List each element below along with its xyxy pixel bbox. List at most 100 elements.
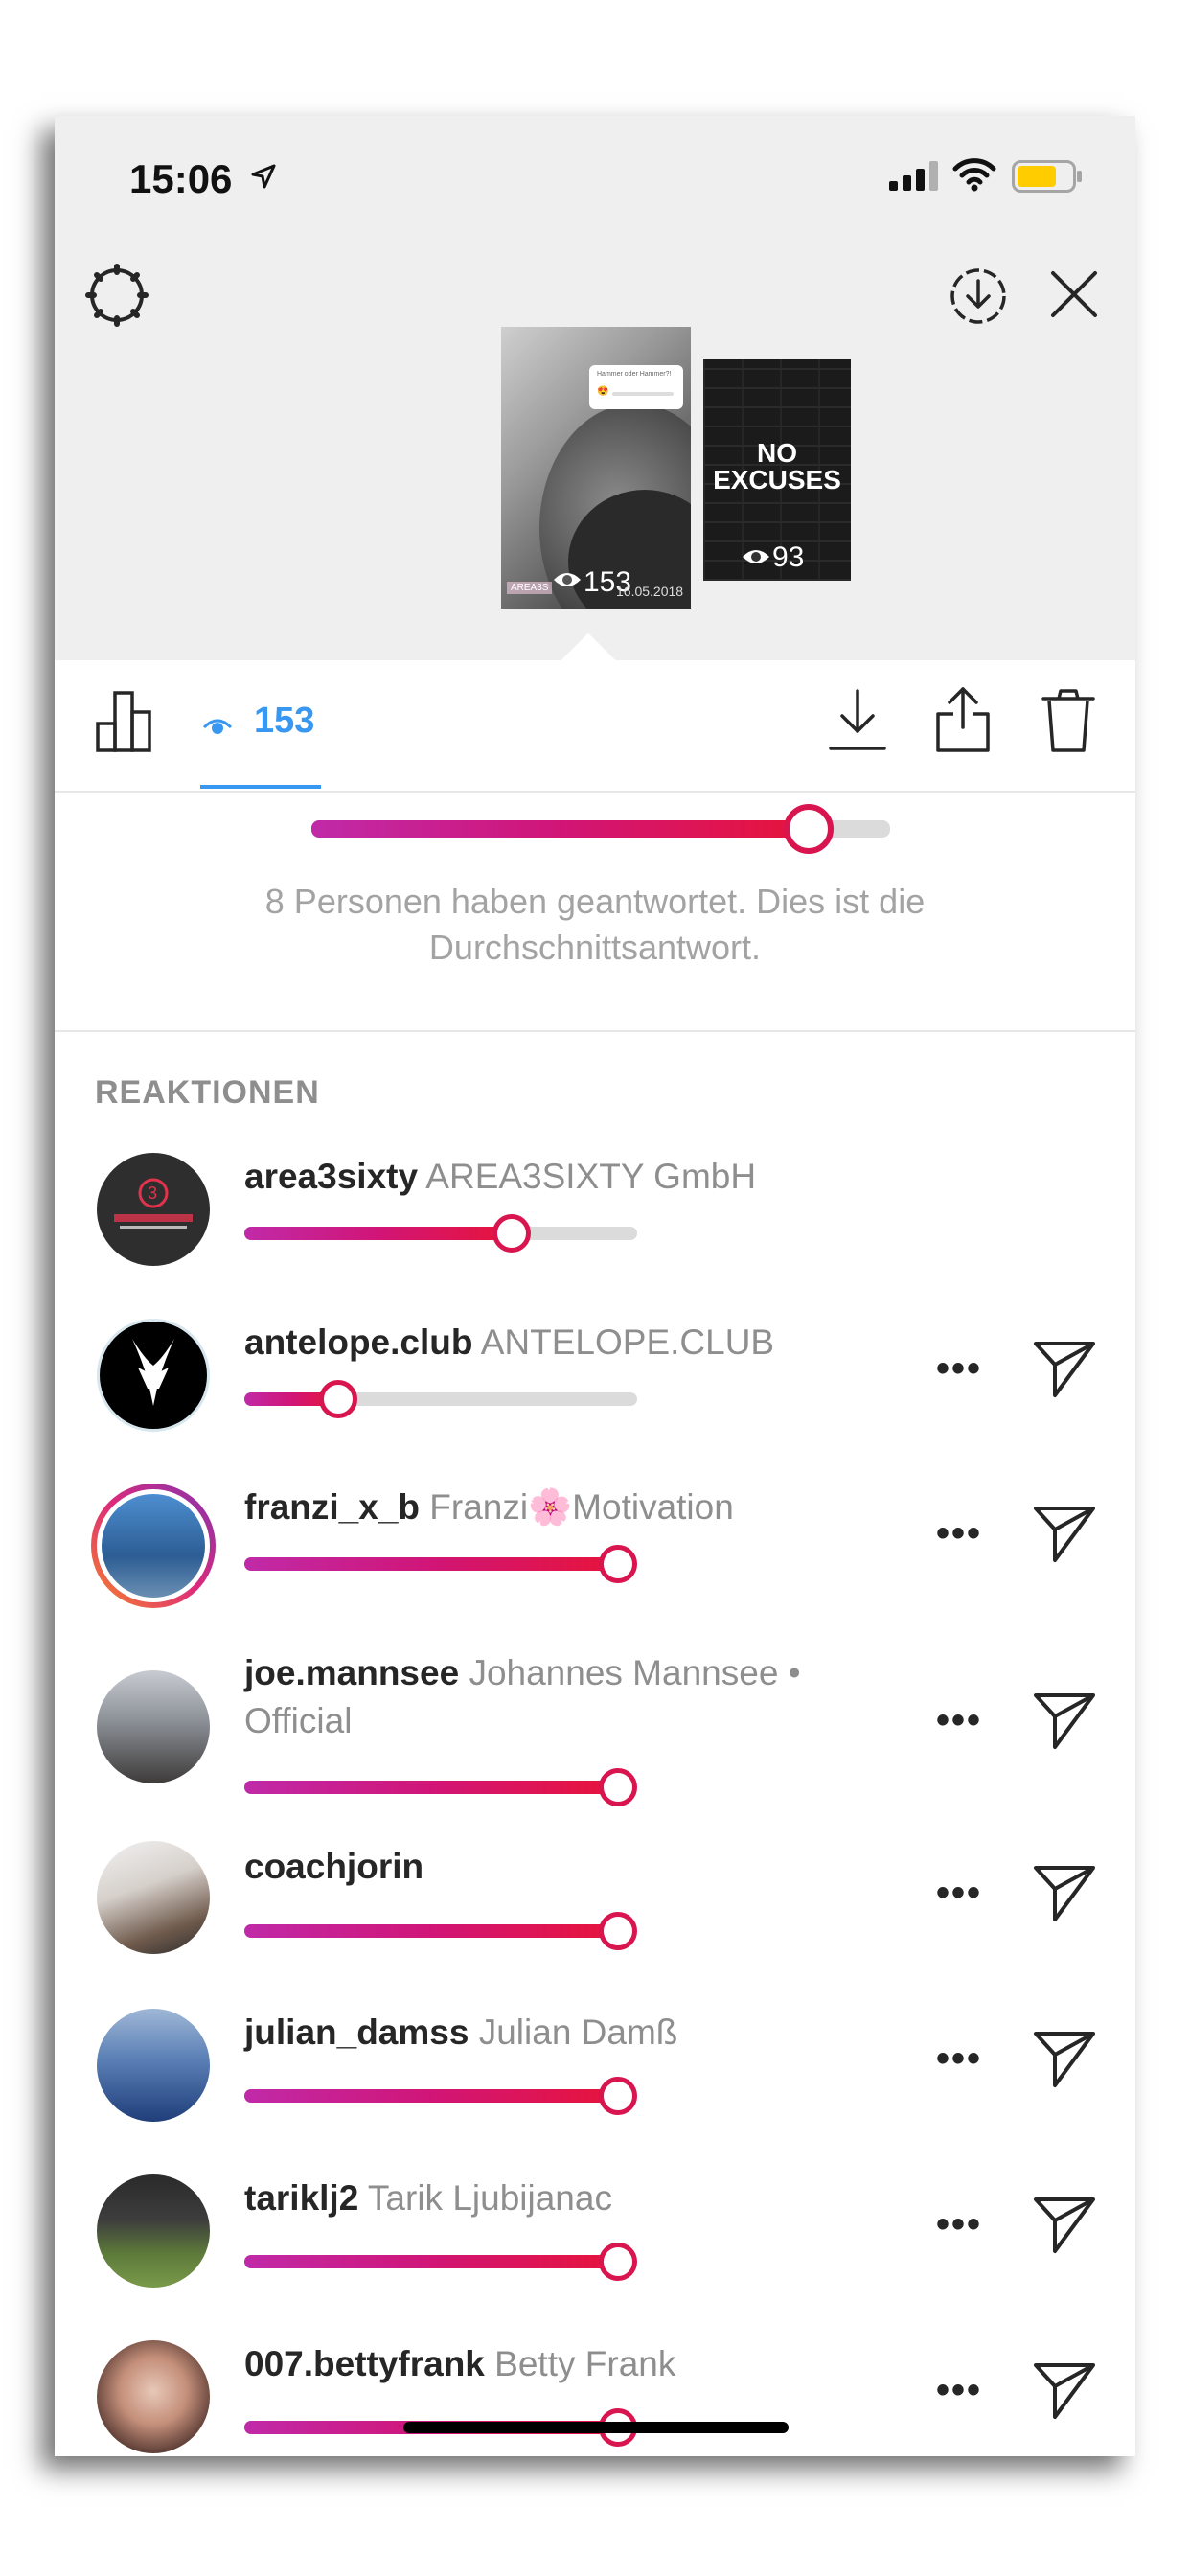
area3sixty-logo-icon: 3 xyxy=(114,1178,193,1229)
reaction-row-coachjorin[interactable]: coachjorin ••• xyxy=(55,1841,1135,1977)
share-icon[interactable] xyxy=(934,683,992,754)
avatar-photo xyxy=(102,1494,205,1598)
username[interactable]: coachjorin xyxy=(244,1847,423,1886)
user-name-line: 007.bettyfrank Betty Frank xyxy=(244,2340,896,2388)
sticker-question: Hammer oder Hammer?! xyxy=(597,371,672,378)
full-name: AREA3SIXTY GmbH xyxy=(425,1157,757,1196)
trash-icon[interactable] xyxy=(1040,687,1097,754)
username[interactable]: 007.bettyfrank xyxy=(244,2344,485,2383)
slider-fill xyxy=(311,820,810,838)
more-options-button[interactable]: ••• xyxy=(936,1872,982,1915)
more-options-button[interactable]: ••• xyxy=(936,2037,982,2081)
slider-fill xyxy=(244,2089,618,2103)
reaction-row-tariklj2[interactable]: tariklj2 Tarik Ljubijanac ••• xyxy=(55,2174,1135,2309)
reaction-slider xyxy=(244,1768,637,1806)
eye-icon xyxy=(202,719,233,734)
svg-text:3: 3 xyxy=(148,1184,157,1203)
eye-icon xyxy=(554,573,581,586)
story-viewers-screen: 15:06 Hammer oder Hammer?! 😍 153 AREA3S … xyxy=(55,116,1135,2456)
sticker-emoji: 😍 xyxy=(597,386,609,397)
cellular-signal-icon xyxy=(889,161,938,191)
username[interactable]: area3sixty xyxy=(244,1157,418,1196)
battery-icon xyxy=(1012,160,1082,193)
story-view-count: 93 xyxy=(772,541,805,573)
full-name: Tarik Ljubijanac xyxy=(367,2178,612,2218)
slider-knob xyxy=(319,1380,358,1418)
send-icon[interactable] xyxy=(1032,1503,1097,1564)
divider xyxy=(55,1030,1135,1032)
avatar[interactable] xyxy=(97,1670,210,1783)
user-name-line: coachjorin xyxy=(244,1843,896,1891)
avatar[interactable] xyxy=(97,1319,210,1432)
story-toolbar: 153 xyxy=(55,660,1135,793)
slider-fill xyxy=(244,1924,618,1938)
avatar[interactable]: 3 xyxy=(97,1153,210,1266)
antelope-logo-icon xyxy=(132,1339,174,1406)
send-icon[interactable] xyxy=(1032,1338,1097,1399)
circle-download-icon[interactable] xyxy=(948,265,1009,327)
reaction-row-julian-damss[interactable]: julian_damss Julian Damß ••• xyxy=(55,2009,1135,2143)
username[interactable]: franzi_x_b xyxy=(244,1487,420,1527)
reactions-heading: REAKTIONEN xyxy=(95,1074,320,1111)
slider-knob xyxy=(598,1545,637,1583)
slider-fill xyxy=(244,1227,512,1240)
viewer-count-tab[interactable]: 153 xyxy=(254,701,314,742)
full-name: Franzi🌸Motivation xyxy=(429,1487,734,1527)
avatar-story-ring[interactable] xyxy=(91,1484,216,1608)
home-indicator[interactable] xyxy=(403,2422,789,2433)
username[interactable]: julian_damss xyxy=(244,2012,469,2052)
username[interactable]: tariklj2 xyxy=(244,2178,358,2218)
story-thumbnail-selected[interactable]: Hammer oder Hammer?! 😍 153 AREA3S 16.05.… xyxy=(501,327,691,609)
bar-chart-icon[interactable] xyxy=(95,689,158,752)
reaction-row-antelope-club[interactable]: antelope.club ANTELOPE.CLUB ••• xyxy=(55,1319,1135,1453)
avatar[interactable] xyxy=(97,2340,210,2453)
avatar[interactable] xyxy=(97,1841,210,1954)
user-name-line: tariklj2 Tarik Ljubijanac xyxy=(244,2174,896,2222)
download-icon[interactable] xyxy=(829,687,886,754)
avatar[interactable] xyxy=(97,2174,210,2288)
reaction-row-007-bettyfrank[interactable]: 007.bettyfrank Betty Frank ••• xyxy=(55,2340,1135,2456)
full-name: Betty Frank xyxy=(494,2344,676,2383)
slider-knob xyxy=(784,804,835,854)
user-name-line: julian_damss Julian Damß xyxy=(244,2009,896,2057)
story-thumbnail[interactable]: NO EXCUSES 93 xyxy=(703,359,851,581)
location-arrow-icon xyxy=(251,164,276,189)
active-tab-indicator xyxy=(200,785,321,789)
close-icon[interactable] xyxy=(1049,269,1099,319)
send-icon[interactable] xyxy=(1032,2028,1097,2089)
slider-knob xyxy=(598,2242,637,2281)
user-name-line: franzi_x_b Franzi🌸Motivation xyxy=(244,1484,896,1531)
username[interactable]: antelope.club xyxy=(244,1322,472,1362)
wifi-icon xyxy=(952,158,996,192)
reaction-slider xyxy=(244,2077,637,2115)
reaction-slider xyxy=(244,1380,637,1418)
avatar[interactable] xyxy=(97,2009,210,2122)
send-icon[interactable] xyxy=(1032,2194,1097,2255)
story-preview-area: 15:06 Hammer oder Hammer?! 😍 153 AREA3S … xyxy=(55,116,1135,688)
send-icon[interactable] xyxy=(1032,2359,1097,2421)
more-options-button[interactable]: ••• xyxy=(936,1512,982,1555)
username[interactable]: joe.mannsee xyxy=(244,1653,459,1692)
slider-knob xyxy=(492,1214,531,1253)
status-time: 15:06 xyxy=(129,156,233,201)
reaction-slider xyxy=(244,1912,637,1950)
more-options-button[interactable]: ••• xyxy=(936,1347,982,1391)
reaction-row-franzi-x-b[interactable]: franzi_x_b Franzi🌸Motivation ••• xyxy=(55,1484,1135,1618)
reaction-row-joe-mannsee[interactable]: joe.mannsee Johannes Mannsee • Official … xyxy=(55,1649,1135,1822)
eye-icon xyxy=(743,550,769,564)
full-name: Julian Damß xyxy=(478,2012,678,2052)
gear-icon[interactable] xyxy=(83,262,150,329)
more-options-button[interactable]: ••• xyxy=(936,2203,982,2246)
responses-summary: 8 Personen haben geantwortet. Dies ist d… xyxy=(264,882,926,967)
sticker-track xyxy=(612,392,674,396)
slider-sticker: Hammer oder Hammer?! 😍 xyxy=(589,365,683,409)
send-icon[interactable] xyxy=(1032,1690,1097,1751)
story-brand-tag: AREA3S xyxy=(507,582,553,594)
more-options-button[interactable]: ••• xyxy=(936,1699,982,1742)
send-icon[interactable] xyxy=(1032,1862,1097,1923)
reaction-row-area3sixty[interactable]: 3 area3sixty AREA3SIXTY GmbH xyxy=(55,1153,1135,1287)
more-options-button[interactable]: ••• xyxy=(936,2369,982,2412)
user-name-line: antelope.club ANTELOPE.CLUB xyxy=(244,1319,896,1367)
average-response-slider xyxy=(311,804,890,854)
full-name: ANTELOPE.CLUB xyxy=(480,1322,775,1362)
